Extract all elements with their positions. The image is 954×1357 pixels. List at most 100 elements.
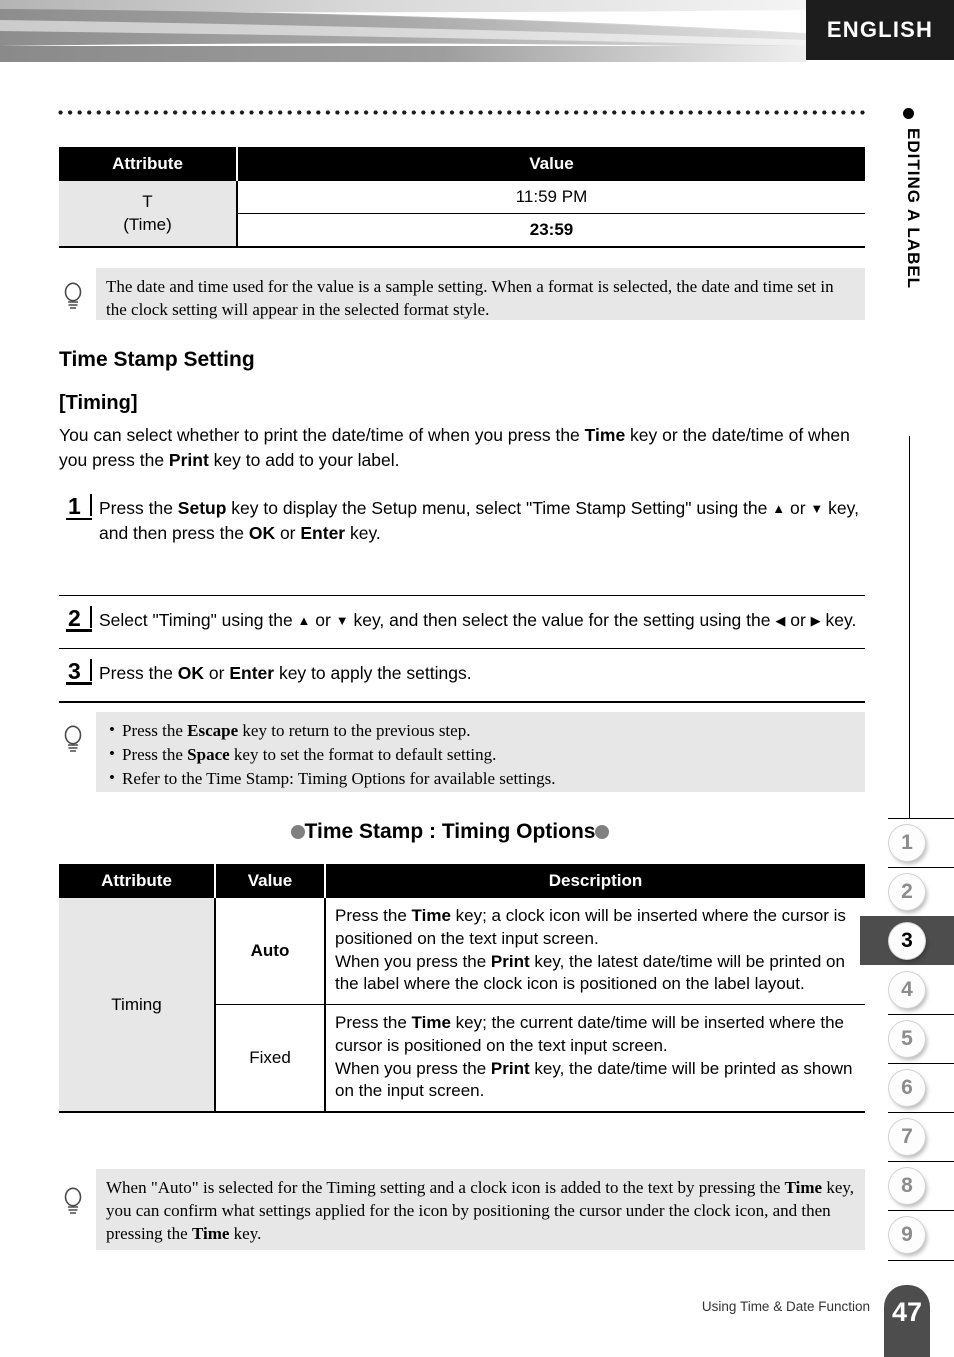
language-tab-label: ENGLISH <box>826 17 934 42</box>
header-value: Value <box>237 147 865 181</box>
chapter-tab-2[interactable]: 2 <box>860 867 954 916</box>
chapter-tab-label: 9 <box>889 1216 925 1253</box>
tip-box-top: The date and time used for the value is … <box>96 268 865 320</box>
s1-t3: or <box>785 498 811 518</box>
page-number-label: 47 <box>891 1297 923 1327</box>
chapter-tab-rail[interactable]: 1 2 3 4 5 6 7 8 9 <box>860 818 954 1259</box>
chapter-tab-label: 4 <box>889 971 925 1008</box>
tm-key-escape: Escape <box>187 721 239 740</box>
chapter-tab-7[interactable]: 7 <box>860 1112 954 1161</box>
value-cell-fixed: Fixed <box>215 1004 326 1114</box>
chapter-tab-6[interactable]: 6 <box>860 1063 954 1112</box>
footer-caption: Using Time & Date Function <box>701 1299 870 1314</box>
s1-key-setup: Setup <box>177 498 227 518</box>
tip-top-text: The date and time used for the value is … <box>106 277 834 319</box>
tab-separator <box>888 1063 954 1064</box>
table-row: T (Time) 11:59 PM <box>59 181 865 248</box>
step-text-3: Press the OK or Enter key to apply the s… <box>99 659 865 686</box>
intro-text-3: key to add to your label. <box>208 449 400 470</box>
step-number-2: 2 <box>59 605 99 636</box>
tab-separator <box>888 1112 954 1113</box>
list-item: Refer to the Time Stamp: Timing Options … <box>109 767 855 791</box>
attribute-cell-timing: Timing <box>59 898 216 1114</box>
bt0-d1: Press the <box>335 906 412 925</box>
section-title-vertical: EDITING A LABEL <box>904 128 923 290</box>
lightbulb-icon <box>64 725 82 752</box>
tab-separator <box>888 1161 954 1162</box>
header-attribute: Attribute <box>59 147 238 181</box>
chapter-tab-label: 7 <box>889 1118 925 1155</box>
heading-bullet-right-icon <box>595 825 610 839</box>
chapter-tab-5[interactable]: 5 <box>860 1014 954 1063</box>
tm-key-space: Space <box>187 744 230 764</box>
attribute-name: (Time) <box>123 214 172 234</box>
description-cell-fixed: Press the Time key; the current date/tim… <box>325 1004 865 1114</box>
tip-box-middle: Press the Escape key to return to the pr… <box>96 712 865 792</box>
section-bullet-icon <box>903 108 914 119</box>
s1-key-enter: Enter <box>300 523 346 544</box>
s3-key-ok: OK <box>177 662 205 683</box>
step-item-2: 2 Select "Timing" using the ▲ or ▼ key, … <box>59 596 865 649</box>
s3-t1: Press the <box>99 662 178 683</box>
s3-key-enter: Enter <box>229 662 275 683</box>
step-number-1: 1 <box>59 494 99 524</box>
chapter-tab-label: 3 <box>889 922 925 959</box>
bt1-key-print: Print <box>490 1058 530 1078</box>
s2-t1: Select "Timing" using the <box>99 609 298 630</box>
s2-t4: or <box>785 609 811 630</box>
intro-key-print: Print <box>168 449 209 470</box>
s1-key-ok: OK <box>248 523 276 544</box>
subsection-title: [Timing] <box>59 392 138 414</box>
table-row: Timing Auto Press the Time key; a clock … <box>59 898 865 1114</box>
tab-separator <box>888 1014 954 1015</box>
bt0-key-print: Print <box>490 951 530 971</box>
bt1-d3: When you press the <box>335 1058 491 1078</box>
s2-t3: key, and then select the value for the s… <box>348 609 776 630</box>
tip-box-bottom: When "Auto" is selected for the Timing s… <box>96 1169 865 1250</box>
down-arrow-icon: ▼ <box>335 612 349 628</box>
list-item: Press the Space key to set the format to… <box>109 743 855 767</box>
attribute-cell: T (Time) <box>59 181 238 248</box>
header-value: Value <box>215 864 326 898</box>
step-item-3: 3 Press the OK or Enter key to apply the… <box>59 649 865 703</box>
bt1-d1: Press the <box>335 1013 412 1033</box>
tb-key-time-1: Time <box>784 1178 823 1197</box>
step-number-3: 3 <box>59 658 99 689</box>
tm-2-t1: Refer to the Time Stamp: Timing Options … <box>122 768 556 788</box>
table-header-row: Attribute Value <box>59 147 865 181</box>
rail-bottom-separator <box>888 1260 954 1261</box>
page-banner: ENGLISH <box>0 0 954 62</box>
dotted-divider <box>58 110 866 115</box>
intro-paragraph: You can select whether to print the date… <box>59 423 859 473</box>
page-title: Time Stamp Setting <box>59 348 255 371</box>
description-cell-auto: Press the Time key; a clock icon will be… <box>325 898 865 1006</box>
chapter-tab-3-active[interactable]: 3 <box>860 916 954 965</box>
chapter-tab-4[interactable]: 4 <box>860 965 954 1014</box>
chapter-tab-label: 8 <box>889 1167 925 1204</box>
chapter-tab-label: 5 <box>889 1020 925 1057</box>
tip-middle-list: Press the Escape key to return to the pr… <box>106 719 855 791</box>
tab-separator <box>888 818 954 819</box>
s1-t6: key. <box>345 523 381 544</box>
chapter-tab-8[interactable]: 8 <box>860 1161 954 1210</box>
step-list: 1 Press the Setup key to display the Set… <box>59 484 865 703</box>
timing-options-table: Attribute Value Description Timing Auto … <box>59 864 865 1114</box>
tab-separator <box>888 867 954 868</box>
tm-0-t2: key to return to the previous step. <box>238 721 471 740</box>
table-header-row: Attribute Value Description <box>59 864 865 898</box>
chapter-tab-9[interactable]: 9 <box>860 1210 954 1259</box>
header-attribute: Attribute <box>59 864 216 898</box>
tm-0-t1: Press the <box>122 721 188 740</box>
tm-1-t2: key to set the format to default setting… <box>229 744 497 764</box>
chapter-tab-label: 2 <box>889 873 925 910</box>
page-number-badge: 47 <box>884 1285 930 1357</box>
banner-swoosh-graphic <box>0 0 806 62</box>
s1-t1: Press the <box>99 498 178 518</box>
attribute-symbol: T <box>142 191 153 211</box>
value-cell-24h: 23:59 <box>237 213 865 248</box>
left-arrow-icon: ◀ <box>775 612 786 628</box>
time-format-table: Attribute Value T (Time) 11:59 PM 23:59 <box>59 147 865 248</box>
header-description: Description <box>325 864 865 898</box>
down-arrow-icon: ▼ <box>810 501 824 516</box>
s2-t2: or <box>310 609 336 630</box>
